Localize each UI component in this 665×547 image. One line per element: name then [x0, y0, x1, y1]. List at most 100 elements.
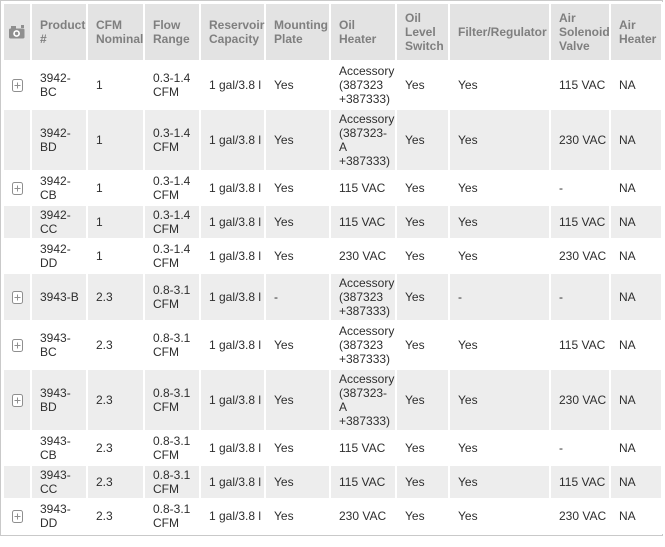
column-header-label: Oil Level Switch — [405, 11, 444, 53]
oil_heater-cell: Accessory (387323 +387333) — [331, 62, 395, 108]
mounting-cell: Yes — [266, 206, 329, 238]
cfm-cell: 2.3 — [88, 274, 143, 320]
expand-cell — [4, 62, 30, 108]
reservoir-cell: 1 gal/3.8 l — [201, 500, 264, 532]
table-row: 3942-BD10.3-1.4 CFM1 gal/3.8 l Yes Accesso… — [4, 110, 661, 170]
oil_level-cell: Yes — [397, 240, 448, 272]
expand-row-button[interactable] — [12, 182, 23, 195]
product-cell: 3943-DD — [32, 500, 86, 532]
solenoid-cell: 115 VAC — [551, 206, 609, 238]
cfm-cell: 1 — [88, 110, 143, 170]
expand-row-button[interactable] — [12, 339, 23, 352]
column-header-photo — [4, 4, 30, 60]
product-cell: 3942-CB — [32, 172, 86, 204]
flow-cell: 0.8-3.1 CFM — [145, 274, 199, 320]
reservoir-cell: 1 gal/3.8 l — [201, 370, 264, 430]
oil_heater-cell: 115 VAC — [331, 172, 395, 204]
camera-icon — [9, 25, 26, 39]
air_heater-cell: NA — [611, 322, 661, 368]
solenoid-cell: - — [551, 432, 609, 464]
expand-cell — [4, 432, 30, 464]
column-header-label: Flow Range — [153, 18, 190, 46]
oil_heater-cell: Accessory (387323-A +387333) — [331, 110, 395, 170]
mounting-cell: Yes — [266, 432, 329, 464]
cfm-cell: 2.3 — [88, 370, 143, 430]
expand-cell — [4, 466, 30, 498]
oil_heater-cell: 230 VAC — [331, 500, 395, 532]
product-cell: 3943-CB — [32, 432, 86, 464]
flow-cell: 0.3-1.4 CFM — [145, 172, 199, 204]
product-cell: 3943-B — [32, 274, 86, 320]
expand-plus-icon — [12, 394, 23, 407]
air_heater-cell: NA — [611, 240, 661, 272]
mounting-cell: - — [266, 274, 329, 320]
oil_level-cell: Yes — [397, 370, 448, 430]
table-row: 3943-CB2.30.8-3.1 CFM1 gal/3.8 lYes115 V… — [4, 432, 661, 464]
solenoid-cell: 115 VAC — [551, 62, 609, 108]
table-row: 3943-BD2.30.8-3.1 CFM1 gal/3.8 lYesAcces… — [4, 370, 661, 430]
oil_heater-cell: 115 VAC — [331, 206, 395, 238]
oil_level-cell: Yes — [397, 62, 448, 108]
oil_heater-cell: 115 VAC — [331, 466, 395, 498]
oil_level-cell: Yes — [397, 500, 448, 532]
expand-plus-icon — [12, 510, 23, 523]
flow-cell: 0.3-1.4 CFM — [145, 110, 199, 170]
column-header-solenoid: Air Solenoid Valve — [551, 4, 609, 60]
oil_level-cell: Yes — [397, 172, 448, 204]
mounting-cell: Yes — [266, 172, 329, 204]
reservoir-cell: 1 gal/3.8 l — [201, 62, 264, 108]
header-row: Product #CFM NominalFlow RangeReservoir … — [4, 4, 661, 60]
table-body: 3942-BC10.3-1.4 CFM1 gal/3.8 lYesAccesso… — [4, 62, 661, 532]
filter-cell: Yes — [450, 240, 549, 272]
column-header-label: Filter/Regulator — [458, 25, 547, 39]
column-header-label: CFM Nominal — [96, 18, 143, 46]
filter-cell: Yes — [450, 370, 549, 430]
reservoir-cell: 1 gal/3.8 l — [201, 240, 264, 272]
expand-row-button[interactable] — [12, 510, 23, 523]
expand-plus-icon — [12, 291, 23, 304]
cfm-cell: 1 — [88, 172, 143, 204]
expand-cell — [4, 240, 30, 272]
cfm-cell: 2.3 — [88, 500, 143, 532]
expand-row-button[interactable] — [12, 394, 23, 407]
column-header-filter: Filter/Regulator — [450, 4, 549, 60]
flow-cell: 0.3-1.4 CFM — [145, 62, 199, 108]
filter-cell: Yes — [450, 500, 549, 532]
air_heater-cell: NA — [611, 466, 661, 498]
table-row: 3942-CB10.3-1.4 CFM1 gal/3.8 lYes115 VAC… — [4, 172, 661, 204]
cfm-cell: 2.3 — [88, 322, 143, 368]
flow-cell: 0.3-1.4 CFM — [145, 206, 199, 238]
solenoid-cell: 115 VAC — [551, 322, 609, 368]
column-header-product: Product # — [32, 4, 86, 60]
cfm-cell: 2.3 — [88, 466, 143, 498]
cfm-cell: 2.3 — [88, 432, 143, 464]
cfm-cell: 1 — [88, 206, 143, 238]
expand-cell — [4, 172, 30, 204]
filter-cell: Yes — [450, 110, 549, 170]
product-table: Product #CFM NominalFlow RangeReservoir … — [2, 2, 663, 534]
air_heater-cell: NA — [611, 432, 661, 464]
expand-row-button[interactable] — [12, 291, 23, 304]
column-header-cfm: CFM Nominal — [88, 4, 143, 60]
column-header-oil_level: Oil Level Switch — [397, 4, 448, 60]
oil_heater-cell: Accessory (387323 +387333) — [331, 274, 395, 320]
table-row: 3943-B2.30.8-3.1 CFM1 gal/3.8 l-Accessor… — [4, 274, 661, 320]
expand-cell — [4, 322, 30, 368]
reservoir-cell: 1 gal/3.8 l — [201, 274, 264, 320]
product-cell: 3942-CC — [32, 206, 86, 238]
solenoid-cell: 230 VAC — [551, 370, 609, 430]
oil_heater-cell: Accessory (387323 +387333) — [331, 322, 395, 368]
solenoid-cell: - — [551, 274, 609, 320]
reservoir-cell: 1 gal/3.8 l — [201, 172, 264, 204]
product-cell: 3942-BD — [32, 110, 86, 170]
expand-row-button[interactable] — [12, 79, 23, 92]
flow-cell: 0.8-3.1 CFM — [145, 466, 199, 498]
expand-cell — [4, 370, 30, 430]
product-cell: 3943-BD — [32, 370, 86, 430]
table-row: 3942-CC10.3-1.4 CFM1 gal/3.8 lYes115 VAC… — [4, 206, 661, 238]
flow-cell: 0.8-3.1 CFM — [145, 322, 199, 368]
reservoir-cell: 1 gal/3.8 l — [201, 110, 264, 170]
column-header-label: Oil Heater — [339, 18, 376, 46]
filter-cell: - — [450, 274, 549, 320]
air_heater-cell: NA — [611, 172, 661, 204]
